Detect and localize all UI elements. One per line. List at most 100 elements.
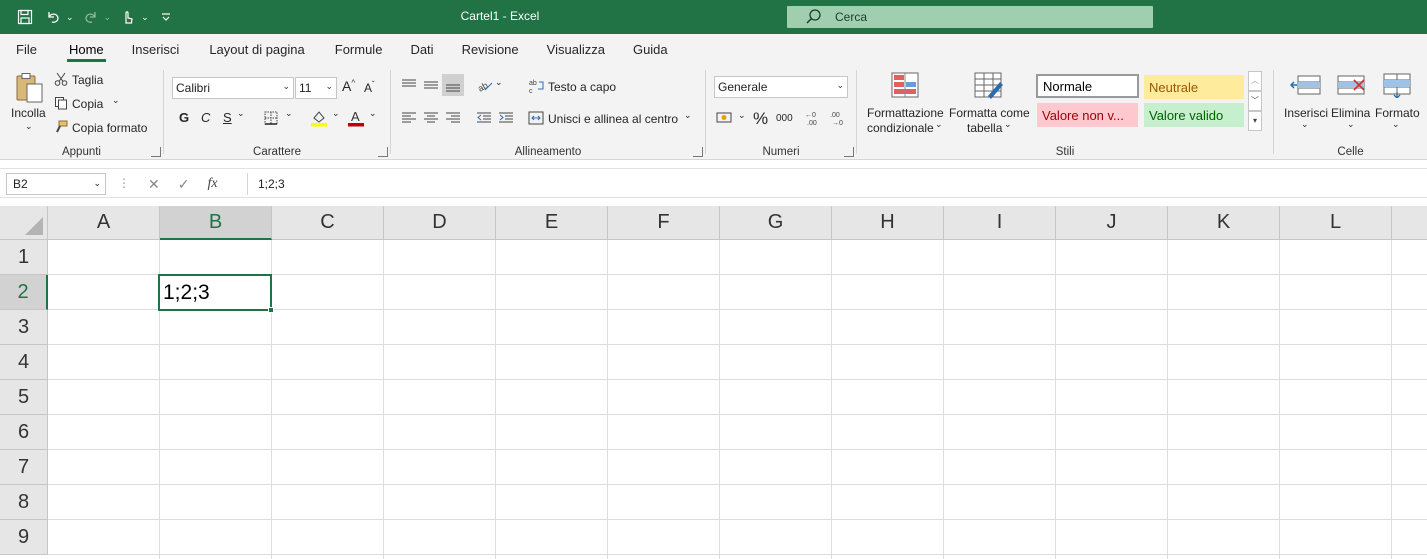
delete-dropdown-icon[interactable]: ⌄ xyxy=(1347,119,1355,130)
align-bottom-icon[interactable] xyxy=(442,74,464,96)
tab-review[interactable]: Revisione xyxy=(448,34,533,64)
increase-indent-icon[interactable] xyxy=(498,111,514,128)
insert-dropdown-icon[interactable]: ⌄ xyxy=(1301,119,1309,130)
column-header-b[interactable]: B xyxy=(160,206,272,240)
column-header-partial[interactable] xyxy=(1392,206,1427,240)
tab-help[interactable]: Guida xyxy=(619,34,682,64)
row-header-4[interactable]: 4 xyxy=(0,345,48,380)
customize-qat-icon[interactable] xyxy=(155,6,177,28)
grow-font-icon[interactable]: A^ xyxy=(342,78,355,94)
style-neutral[interactable]: Neutrale xyxy=(1144,75,1244,99)
align-top-icon[interactable] xyxy=(401,78,417,95)
paste-label[interactable]: Incolla xyxy=(11,106,46,120)
column-header-i[interactable]: I xyxy=(944,206,1056,240)
copy-button[interactable]: Copia xyxy=(72,97,103,111)
paste-icon[interactable] xyxy=(13,72,45,107)
tab-formulas[interactable]: Formule xyxy=(319,34,397,64)
format-painter-button[interactable]: Copia formato xyxy=(72,121,147,135)
styles-more-icon[interactable]: ▾ xyxy=(1248,111,1262,131)
insert-cells-icon[interactable] xyxy=(1289,74,1322,101)
font-color-dropdown-icon[interactable]: ⌄ xyxy=(369,108,377,119)
format-as-table-label[interactable]: Formatta come xyxy=(949,106,1030,120)
alignment-launcher-icon[interactable] xyxy=(693,147,703,157)
touch-mode-icon[interactable] xyxy=(117,6,139,28)
underline-button[interactable]: S xyxy=(223,110,232,125)
align-middle-icon[interactable] xyxy=(423,78,439,95)
font-size-select[interactable]: 11 ⌄ xyxy=(295,77,337,99)
bold-button[interactable]: G xyxy=(179,110,189,125)
cell-area[interactable]: 1;2;3 xyxy=(48,240,1427,559)
row-header-8[interactable]: 8 xyxy=(0,485,48,520)
enter-icon[interactable]: ✓ xyxy=(178,176,190,193)
increase-decimal-icon[interactable]: ←0.00 xyxy=(805,109,823,130)
touch-dropdown-icon[interactable]: ⌄ xyxy=(141,12,149,23)
row-header-2[interactable]: 2 xyxy=(0,275,48,310)
paste-dropdown-icon[interactable]: ⌄ xyxy=(25,121,33,132)
decrease-decimal-icon[interactable]: .00 →0 xyxy=(830,109,848,130)
search-box[interactable]: Cerca xyxy=(787,6,1153,28)
undo-icon[interactable] xyxy=(42,6,64,28)
column-header-j[interactable]: J xyxy=(1056,206,1168,240)
row-header-9[interactable]: 9 xyxy=(0,520,48,555)
merge-center-button[interactable]: Unisci e allinea al centro xyxy=(548,112,678,126)
font-name-select[interactable]: Calibri ⌄ xyxy=(172,77,294,99)
conditional-formatting-icon[interactable] xyxy=(891,72,919,103)
merge-dropdown-icon[interactable]: ⌄ xyxy=(684,110,692,121)
wrap-text-button[interactable]: Testo a capo xyxy=(548,80,616,94)
styles-scroll-down-icon[interactable]: ﹀ xyxy=(1248,91,1262,111)
conditional-formatting-dropdown-icon[interactable]: ⌄ xyxy=(935,119,943,130)
decrease-indent-icon[interactable] xyxy=(476,111,492,128)
format-as-table-icon[interactable] xyxy=(974,72,1004,103)
orientation-icon[interactable]: ab xyxy=(476,77,494,96)
cut-button[interactable]: Taglia xyxy=(72,73,103,87)
format-cells-label[interactable]: Formato xyxy=(1375,106,1420,120)
format-as-table-dropdown-icon[interactable]: ⌄ xyxy=(1004,119,1012,130)
delete-cells-icon[interactable] xyxy=(1336,74,1368,101)
name-box[interactable]: B2 ⌄ xyxy=(6,173,106,195)
column-header-c[interactable]: C xyxy=(272,206,384,240)
delete-cells-label[interactable]: Elimina xyxy=(1331,106,1370,120)
insert-cells-label[interactable]: Inserisci xyxy=(1284,106,1328,120)
save-icon[interactable] xyxy=(14,6,36,28)
cancel-icon[interactable]: ✕ xyxy=(148,176,160,193)
underline-dropdown-icon[interactable]: ⌄ xyxy=(237,108,245,119)
fill-handle[interactable] xyxy=(268,307,274,313)
tab-data[interactable]: Dati xyxy=(396,34,447,64)
font-color-icon[interactable]: A xyxy=(347,109,365,130)
number-launcher-icon[interactable] xyxy=(844,147,854,157)
tab-page-layout[interactable]: Layout di pagina xyxy=(193,34,318,64)
format-dropdown-icon[interactable]: ⌄ xyxy=(1392,119,1400,130)
borders-icon[interactable] xyxy=(264,111,278,128)
selected-cell-b2[interactable]: 1;2;3 xyxy=(158,274,272,311)
align-left-icon[interactable] xyxy=(401,111,417,128)
accounting-format-icon[interactable] xyxy=(716,111,734,128)
style-bad[interactable]: Valore non v... xyxy=(1037,103,1138,127)
row-header-1[interactable]: 1 xyxy=(0,240,48,275)
align-right-icon[interactable] xyxy=(445,111,461,128)
fill-color-icon[interactable] xyxy=(310,109,328,130)
column-header-g[interactable]: G xyxy=(720,206,832,240)
conditional-formatting-label-2[interactable]: condizionale xyxy=(867,121,934,135)
copy-dropdown-icon[interactable]: ⌄ xyxy=(112,95,120,106)
row-header-7[interactable]: 7 xyxy=(0,450,48,485)
conditional-formatting-label[interactable]: Formattazione xyxy=(867,106,944,120)
formula-input[interactable]: 1;2;3 xyxy=(258,173,285,195)
orientation-dropdown-icon[interactable]: ⌄ xyxy=(495,77,503,88)
font-launcher-icon[interactable] xyxy=(378,147,388,157)
align-center-icon[interactable] xyxy=(423,111,439,128)
tab-view[interactable]: Visualizza xyxy=(533,34,619,64)
shrink-font-icon[interactable]: Aˇ xyxy=(364,80,375,95)
select-all-button[interactable] xyxy=(0,206,48,240)
insert-function-icon[interactable]: fx xyxy=(207,176,217,192)
column-header-e[interactable]: E xyxy=(496,206,608,240)
row-header-6[interactable]: 6 xyxy=(0,415,48,450)
column-header-h[interactable]: H xyxy=(832,206,944,240)
comma-style-icon[interactable]: 000 xyxy=(776,113,793,124)
tab-home[interactable]: Home xyxy=(55,34,118,64)
style-good[interactable]: Valore valido xyxy=(1144,103,1244,127)
format-cells-icon[interactable] xyxy=(1382,72,1414,101)
undo-dropdown-icon[interactable]: ⌄ xyxy=(66,12,74,23)
tab-insert[interactable]: Inserisci xyxy=(118,34,194,64)
column-header-f[interactable]: F xyxy=(608,206,720,240)
borders-dropdown-icon[interactable]: ⌄ xyxy=(285,108,293,119)
